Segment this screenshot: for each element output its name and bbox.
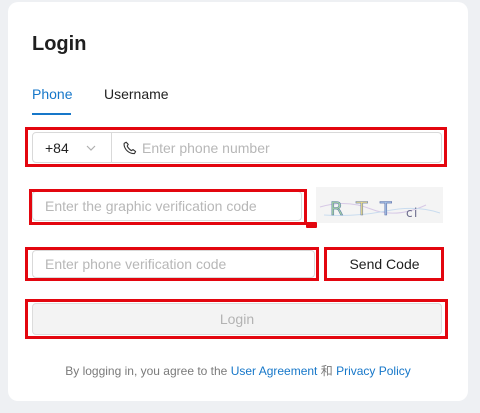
agreement-conjunction: 和 [317, 364, 337, 378]
captcha-char-t1: T [355, 198, 368, 220]
captcha-char-r: R [330, 198, 343, 220]
highlight-phone-field [25, 127, 447, 167]
active-tab-indicator [32, 113, 71, 115]
privacy-policy-link[interactable]: Privacy Policy [336, 364, 411, 378]
captcha-char-i: i [414, 206, 417, 220]
tab-username[interactable]: Username [104, 86, 169, 102]
page-title: Login [32, 33, 87, 55]
agreement-text: By logging in, you agree to the User Agr… [0, 362, 476, 379]
user-agreement-link[interactable]: User Agreement [231, 364, 318, 378]
captcha-char-t2: T [379, 198, 392, 220]
captcha-char-c: c [406, 206, 413, 220]
highlight-send-code-button [324, 247, 444, 281]
highlight-verification-field [25, 247, 319, 281]
agreement-prefix: By logging in, you agree to the [65, 364, 231, 378]
highlight-marker [306, 222, 317, 228]
captcha-graphic: R T T c i [319, 198, 441, 220]
tab-phone[interactable]: Phone [32, 86, 72, 102]
highlight-login-button [25, 299, 448, 339]
captcha-image[interactable]: R T T c i [316, 187, 443, 223]
highlight-graphic-code-field [29, 189, 307, 225]
